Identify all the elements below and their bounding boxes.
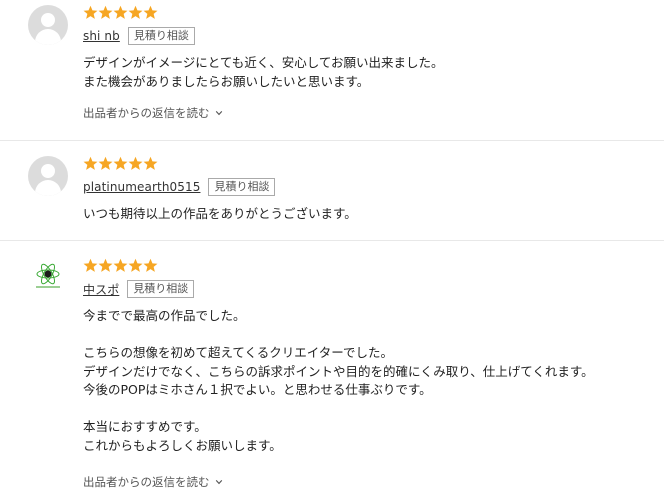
star-icon [83, 5, 98, 20]
star-icon [113, 5, 128, 20]
star-icon [128, 258, 143, 273]
estimate-badge: 見積り相談 [127, 27, 195, 45]
default-user-icon[interactable] [28, 5, 68, 45]
review-text: デザインがイメージにとても近く、安心してお願い出来ました。 また機会がありました… [83, 55, 444, 89]
star-rating [83, 5, 158, 21]
star-icon [98, 258, 113, 273]
star-icon [143, 258, 158, 273]
default-user-icon[interactable] [28, 156, 68, 196]
reviewer-name-link[interactable]: platinumearth0515 [83, 180, 200, 194]
read-reply-link[interactable]: 出品者からの返信を読む [83, 105, 223, 121]
star-icon [98, 5, 113, 20]
star-icon [143, 156, 158, 171]
estimate-badge: 見積り相談 [208, 178, 276, 196]
star-rating [83, 156, 158, 172]
estimate-badge: 見積り相談 [127, 280, 195, 298]
reviewer-row: platinumearth0515 見積り相談 [83, 178, 276, 196]
star-icon [83, 258, 98, 273]
star-rating [83, 258, 158, 274]
star-icon [113, 156, 128, 171]
reviewer-row: 中スポ 見積り相談 [83, 280, 195, 298]
reviewer-row: shi nb 見積り相談 [83, 27, 195, 45]
reviewer-name-link[interactable]: 中スポ [83, 281, 119, 298]
chevron-down-icon [215, 478, 223, 486]
star-icon [83, 156, 98, 171]
read-reply-label: 出品者からの返信を読む [83, 106, 210, 120]
star-icon [143, 5, 158, 20]
star-icon [128, 156, 143, 171]
star-icon [113, 258, 128, 273]
chevron-down-icon [215, 109, 223, 117]
read-reply-link[interactable]: 出品者からの返信を読む [83, 474, 223, 490]
review-item: shi nb 見積り相談 デザインがイメージにとても近く、安心してお願い出来まし… [0, 0, 664, 141]
star-icon [98, 156, 113, 171]
review-text: 今までで最高の作品でした。 こちらの想像を初めて超えてくるクリエイターでした。 … [83, 308, 594, 453]
star-icon [128, 5, 143, 20]
reviewer-name-link[interactable]: shi nb [83, 29, 120, 43]
read-reply-label: 出品者からの返信を読む [83, 475, 210, 489]
review-item: platinumearth0515 見積り相談 いつも期待以上の作品をありがとう… [0, 141, 664, 241]
review-item: 中スポ 見積り相談 今までで最高の作品でした。 こちらの想像を初めて超えてくるク… [0, 241, 664, 496]
review-text: いつも期待以上の作品をありがとうございます。 [83, 206, 357, 221]
atom-logo-icon[interactable] [28, 257, 68, 297]
